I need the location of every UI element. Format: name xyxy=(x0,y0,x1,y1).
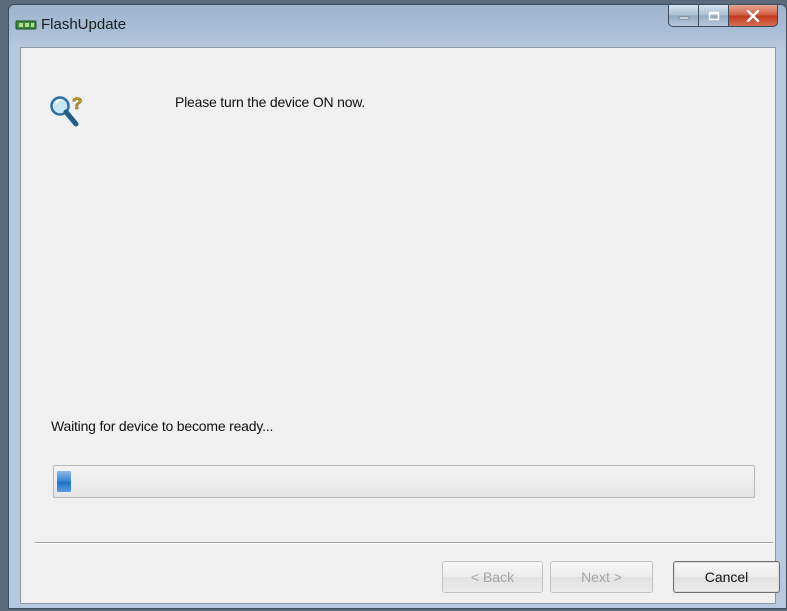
instruction-text: Please turn the device ON now. xyxy=(175,94,366,110)
close-icon xyxy=(746,9,760,22)
caption-buttons xyxy=(668,5,778,27)
progress-fill xyxy=(57,471,71,492)
magnifier-question-icon: ? xyxy=(50,94,83,127)
maximize-button[interactable] xyxy=(698,5,728,27)
wizard-panel: ? Please turn the device ON now. Waiting… xyxy=(20,47,780,604)
close-button[interactable] xyxy=(728,5,778,27)
maximize-icon xyxy=(708,11,719,20)
next-button[interactable]: Next > xyxy=(550,561,653,593)
flash-chip-icon xyxy=(15,20,37,30)
minimize-button[interactable] xyxy=(668,5,698,27)
cancel-button[interactable]: Cancel xyxy=(673,561,780,593)
progress-bar xyxy=(53,465,755,498)
back-button[interactable]: < Back xyxy=(442,561,543,593)
status-text: Waiting for device to become ready... xyxy=(51,418,274,434)
window-title: FlashUpdate xyxy=(41,16,127,33)
separator xyxy=(35,542,773,544)
title-bar[interactable]: FlashUpdate xyxy=(9,5,786,45)
flashupdate-window: FlashUpdate ? Please turn the device ON … xyxy=(8,4,787,609)
minimize-icon xyxy=(678,16,689,19)
svg-text:?: ? xyxy=(72,94,82,113)
